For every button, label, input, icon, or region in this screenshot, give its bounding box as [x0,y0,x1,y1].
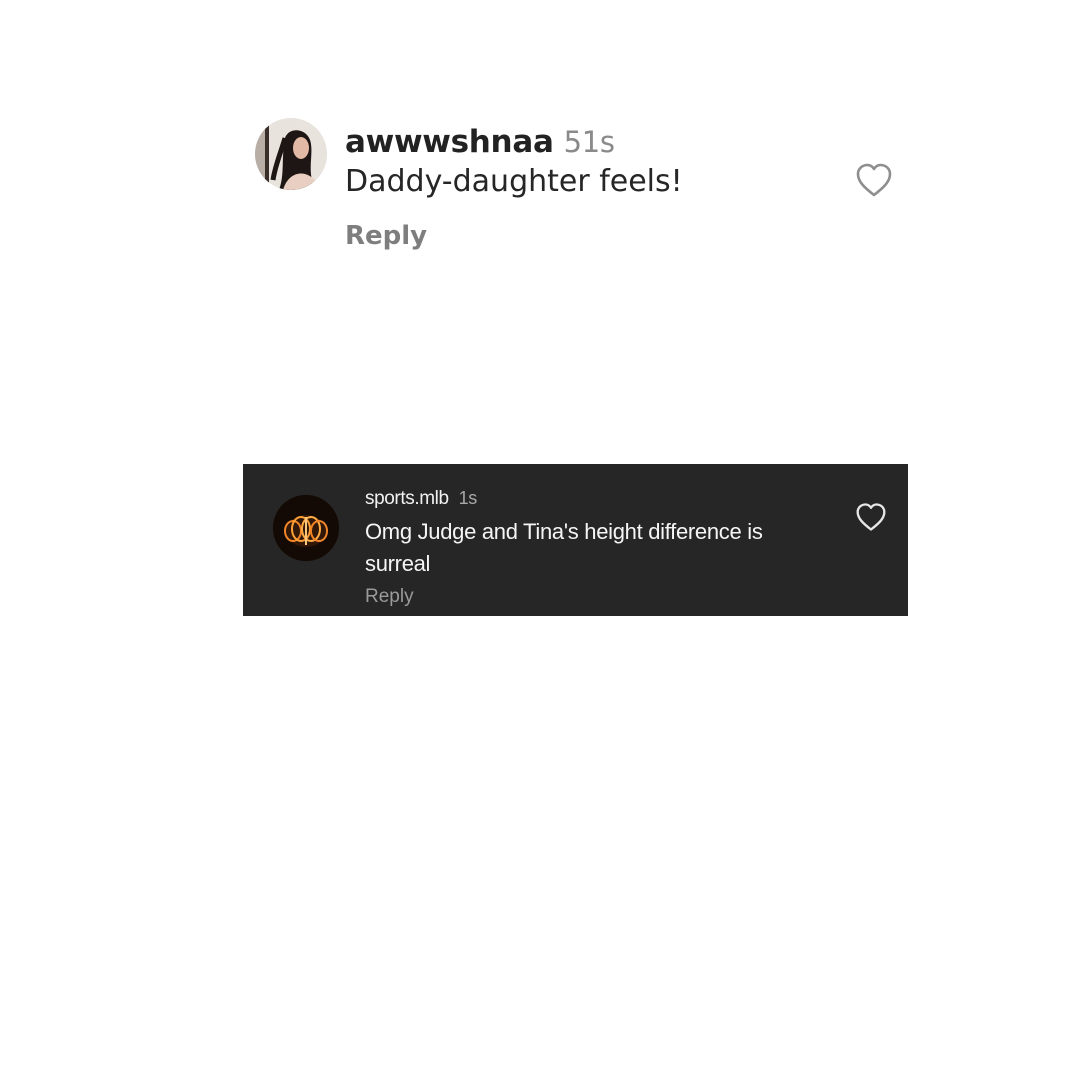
reply-button[interactable]: Reply [365,584,414,610]
comment-text: Omg Judge and Tina's height difference i… [365,519,763,576]
reply-button[interactable]: Reply [345,216,427,256]
avatar[interactable] [273,495,339,561]
timestamp: 1s [458,488,478,508]
comment-item-2: sports.mlb 1s Omg Judge and Tina's height… [243,464,908,616]
avatar[interactable] [255,118,327,190]
comment-header: awwwshnaa 51s [345,122,615,162]
comment-header: sports.mlb 1s [365,486,477,511]
heart-outline-icon[interactable] [855,502,887,532]
heart-outline-icon[interactable] [855,162,893,198]
comment-text: Daddy-daughter feels! [345,164,683,199]
timestamp: 51s [563,125,615,159]
username-link[interactable]: awwwshnaa [345,124,554,160]
comment-item-1: awwwshnaa 51s Daddy-daughter feels! Reply [255,118,895,258]
username-link[interactable]: sports.mlb [365,488,449,509]
